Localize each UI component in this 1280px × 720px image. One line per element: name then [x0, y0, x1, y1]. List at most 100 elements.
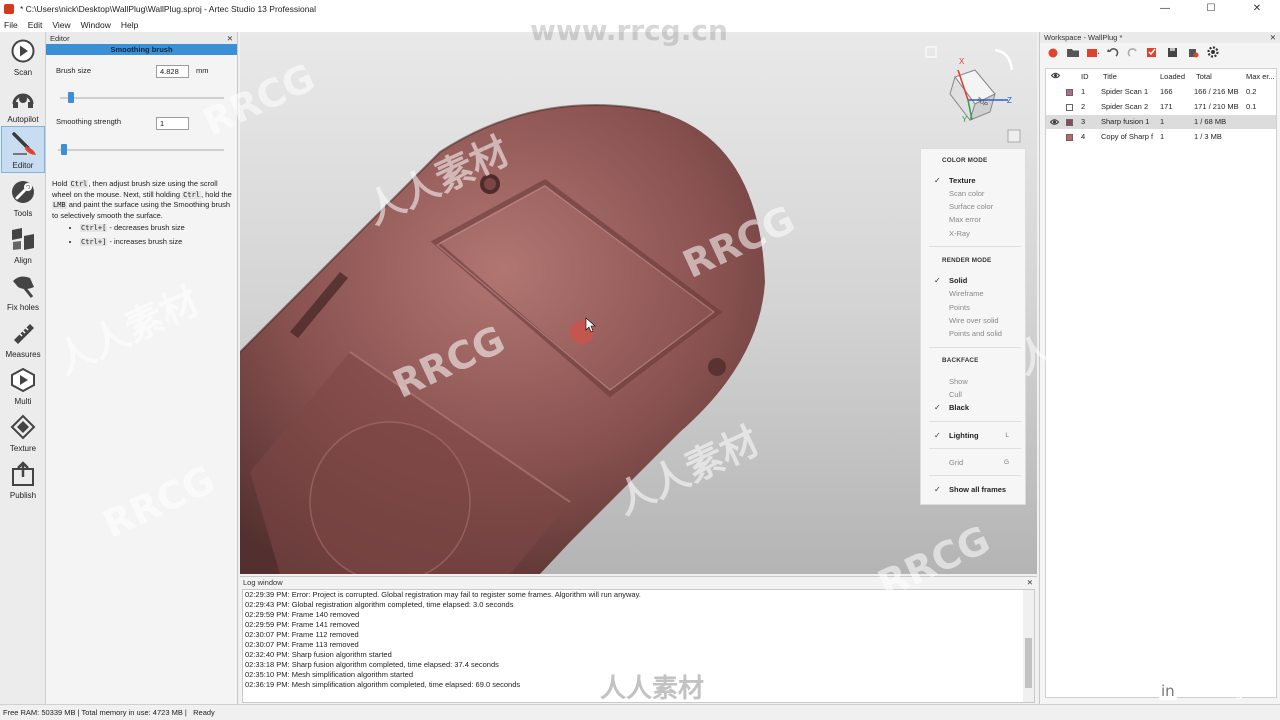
tool-autopilot[interactable]: Autopilot	[1, 79, 45, 126]
align-icon	[10, 226, 36, 252]
log-line: 02:29:59 PM: Frame 141 removed	[245, 620, 360, 629]
row-title: Spider Scan 2	[1101, 102, 1149, 111]
tool-fix-holes[interactable]: Fix holes	[1, 267, 45, 314]
save-icon[interactable]	[1166, 47, 1180, 58]
backface-cull-option[interactable]: Cull	[949, 390, 962, 399]
tool-label: Scan	[13, 68, 33, 77]
color-swatch[interactable]	[1066, 134, 1073, 141]
tool-editor[interactable]: Editor	[1, 126, 45, 173]
mesh-render[interactable]: TOP X Z Y	[240, 32, 1037, 574]
render-wire-over-solid-option[interactable]: Wire over solid	[949, 316, 999, 325]
col-max-error[interactable]: Max er...	[1246, 70, 1276, 84]
render-points-option[interactable]: Points	[949, 303, 970, 312]
tool-scan[interactable]: Scan	[1, 32, 45, 79]
close-workspace-button[interactable]: ✕	[1270, 33, 1276, 42]
tool-multi[interactable]: Multi	[1, 361, 45, 408]
close-log-button[interactable]: ✕	[1027, 578, 1033, 587]
undo-icon[interactable]	[1106, 47, 1120, 58]
log-scroll-thumb[interactable]	[1025, 638, 1032, 688]
color-swatch[interactable]	[1066, 119, 1073, 126]
log-line: 02:29:39 PM: Error: Project is corrupted…	[245, 590, 641, 599]
table-row-selected[interactable]: 3 Sharp fusion 1 1 1 / 68 MB	[1046, 115, 1276, 129]
backface-black-option[interactable]: Black	[949, 403, 969, 412]
free-ram-status: Free RAM: 50339 MB	[3, 708, 76, 717]
menu-help[interactable]: Help	[121, 20, 138, 30]
menu-edit[interactable]: Edit	[28, 20, 43, 30]
color-scan-option[interactable]: Scan color	[949, 189, 984, 198]
ruler-icon	[10, 320, 36, 346]
axis-y-label: Y	[962, 115, 968, 124]
grid-toggle[interactable]: Grid	[949, 458, 963, 467]
redo-icon[interactable]	[1126, 47, 1140, 58]
show-all-frames-toggle[interactable]: Show all frames	[949, 485, 1006, 494]
status-separator: |	[184, 708, 194, 717]
strength-slider-handle[interactable]	[61, 144, 68, 155]
color-swatch[interactable]	[1066, 104, 1073, 111]
log-line: 02:33:18 PM: Sharp fusion algorithm comp…	[245, 660, 499, 669]
editor-panel-header: Editor ✕	[46, 32, 237, 44]
new-project-icon[interactable]	[1046, 47, 1060, 58]
tool-tools[interactable]: Tools	[1, 173, 45, 220]
render-wireframe-option[interactable]: Wireframe	[949, 289, 984, 298]
col-id[interactable]: ID	[1081, 70, 1089, 84]
color-maxerror-option[interactable]: Max error	[949, 215, 981, 224]
maximize-button[interactable]: ☐	[1188, 0, 1234, 18]
log-scrollbar[interactable]	[1023, 590, 1034, 702]
col-loaded[interactable]: Loaded	[1160, 70, 1185, 84]
row-max-error: 0.1	[1246, 102, 1257, 111]
workspace-header: Workspace - WallPlug * ✕	[1040, 32, 1280, 43]
tool-measures[interactable]: Measures	[1, 314, 45, 361]
brush-size-slider[interactable]	[60, 97, 224, 99]
row-title: Copy of Sharp f	[1101, 132, 1154, 141]
tool-label: Measures	[5, 350, 41, 359]
tool-publish[interactable]: Publish	[1, 455, 45, 502]
status-bar: Free RAM: 50339 MB | Total memory in use…	[0, 704, 1280, 720]
backface-show-option[interactable]: Show	[949, 377, 968, 386]
app-window: * C:\Users\nick\Desktop\WallPlug\WallPlu…	[0, 0, 1280, 720]
tool-label: Texture	[9, 444, 37, 453]
color-xray-option[interactable]: X-Ray	[949, 229, 970, 238]
strength-input[interactable]: 1	[156, 117, 189, 130]
lighting-toggle[interactable]: Lighting	[949, 431, 979, 440]
row-title: Sharp fusion 1	[1101, 117, 1150, 126]
menu-view[interactable]: View	[52, 20, 70, 30]
close-panel-button[interactable]: ✕	[227, 34, 233, 43]
menu-file[interactable]: File	[4, 20, 18, 30]
delete-icon[interactable]	[1186, 47, 1200, 58]
view-menu-toggle-icon[interactable]	[1007, 129, 1021, 143]
table-row[interactable]: 4 Copy of Sharp f 1 1 / 3 MB	[1046, 130, 1276, 144]
tool-label: Autopilot	[7, 115, 39, 124]
col-total[interactable]: Total	[1196, 70, 1212, 84]
brush-size-slider-handle[interactable]	[68, 92, 74, 103]
3d-viewport[interactable]: TOP X Z Y	[240, 32, 1037, 574]
minimize-button[interactable]: —	[1142, 0, 1188, 18]
open-folder-icon[interactable]	[1066, 47, 1080, 58]
color-texture-option[interactable]: Texture	[949, 176, 976, 185]
strength-label: Smoothing strength	[56, 117, 122, 126]
memory-status: Total memory in use: 4723 MB	[81, 708, 183, 717]
tool-title[interactable]: Smoothing brush	[46, 44, 237, 55]
render-points-and-solid-option[interactable]: Points and solid	[949, 329, 1002, 338]
settings-gear-icon[interactable]	[1206, 46, 1220, 58]
checklist-icon[interactable]	[1146, 47, 1160, 58]
import-icon[interactable]	[1086, 47, 1100, 58]
color-swatch[interactable]	[1066, 89, 1073, 96]
brush-size-input[interactable]: 4.828	[156, 65, 189, 78]
table-row[interactable]: 1 Spider Scan 1 166 166 / 216 MB 0.2	[1046, 85, 1276, 99]
tool-align[interactable]: Align	[1, 220, 45, 267]
color-surface-option[interactable]: Surface color	[949, 202, 993, 211]
close-window-button[interactable]: ✕	[1234, 0, 1280, 18]
tool-texture[interactable]: Texture	[1, 408, 45, 455]
log-content[interactable]: 02:29:39 PM: Error: Project is corrupted…	[242, 589, 1035, 703]
strength-slider[interactable]	[58, 149, 224, 151]
col-title[interactable]: Title	[1103, 70, 1117, 84]
tool-sidebar: Scan Autopilot Editor Tools Align Fix ho…	[0, 32, 46, 704]
texture-icon	[10, 414, 36, 440]
window-title: * C:\Users\nick\Desktop\WallPlug\WallPlu…	[20, 4, 317, 14]
table-row[interactable]: 2 Spider Scan 2 171 171 / 210 MB 0.1	[1046, 100, 1276, 114]
render-solid-option[interactable]: Solid	[949, 276, 967, 285]
tool-label: Tools	[13, 209, 33, 218]
axis-x-label: X	[959, 57, 965, 66]
menu-window[interactable]: Window	[81, 20, 111, 30]
shortcut-increase: Ctrl+] - increases brush size	[80, 237, 234, 248]
